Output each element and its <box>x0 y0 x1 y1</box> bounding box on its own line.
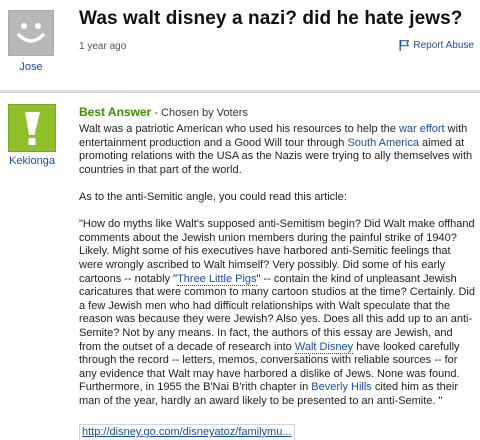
asker-avatar[interactable] <box>8 10 54 56</box>
asker-name-link[interactable]: Jose <box>8 61 54 73</box>
answer-text: Walt was a patriotic American who used h… <box>79 123 399 135</box>
answer-paragraph-2: As to the anti-Semitic angle, you could … <box>79 190 347 203</box>
question-timestamp: 1 year ago <box>79 41 127 52</box>
report-abuse-link[interactable]: Report Abuse <box>399 40 474 51</box>
best-answer-label: Best Answer <box>79 105 152 119</box>
best-answer-section: Kekionga Best Answer - Chosen by Voters … <box>0 96 480 440</box>
exclamation-icon <box>25 112 40 145</box>
chosen-by-label: - Chosen by Voters <box>154 107 248 119</box>
question-section: Jose Was walt disney a nazi? did he hate… <box>0 0 480 86</box>
answer-quote: "How do myths like Walt's supposed anti-… <box>79 218 475 408</box>
flag-icon <box>399 40 410 51</box>
report-abuse-label: Report Abuse <box>413 40 474 51</box>
smiley-face-icon <box>17 23 45 43</box>
war-effort-link[interactable]: war effort <box>399 123 445 135</box>
source-link[interactable]: http://disney.go.com/disneyatoz/familymu… <box>79 424 295 440</box>
south-america-link[interactable]: South America <box>347 137 419 149</box>
best-answer-header: Best Answer - Chosen by Voters <box>79 105 248 119</box>
answerer-avatar[interactable] <box>8 104 56 152</box>
three-little-pigs-link[interactable]: Three Little Pigs <box>177 272 257 286</box>
answer-paragraph-1: Walt was a patriotic American who used h… <box>79 123 475 177</box>
beverly-hills-link[interactable]: Beverly Hills <box>311 381 372 393</box>
answer-body: Walt was a patriotic American who used h… <box>79 123 475 440</box>
question-title: Was walt disney a nazi? did he hate jews… <box>79 8 463 29</box>
section-divider <box>0 90 480 93</box>
walt-disney-link[interactable]: Walt Disney <box>294 340 354 354</box>
answerer-name-link[interactable]: Kekionga <box>2 155 62 167</box>
